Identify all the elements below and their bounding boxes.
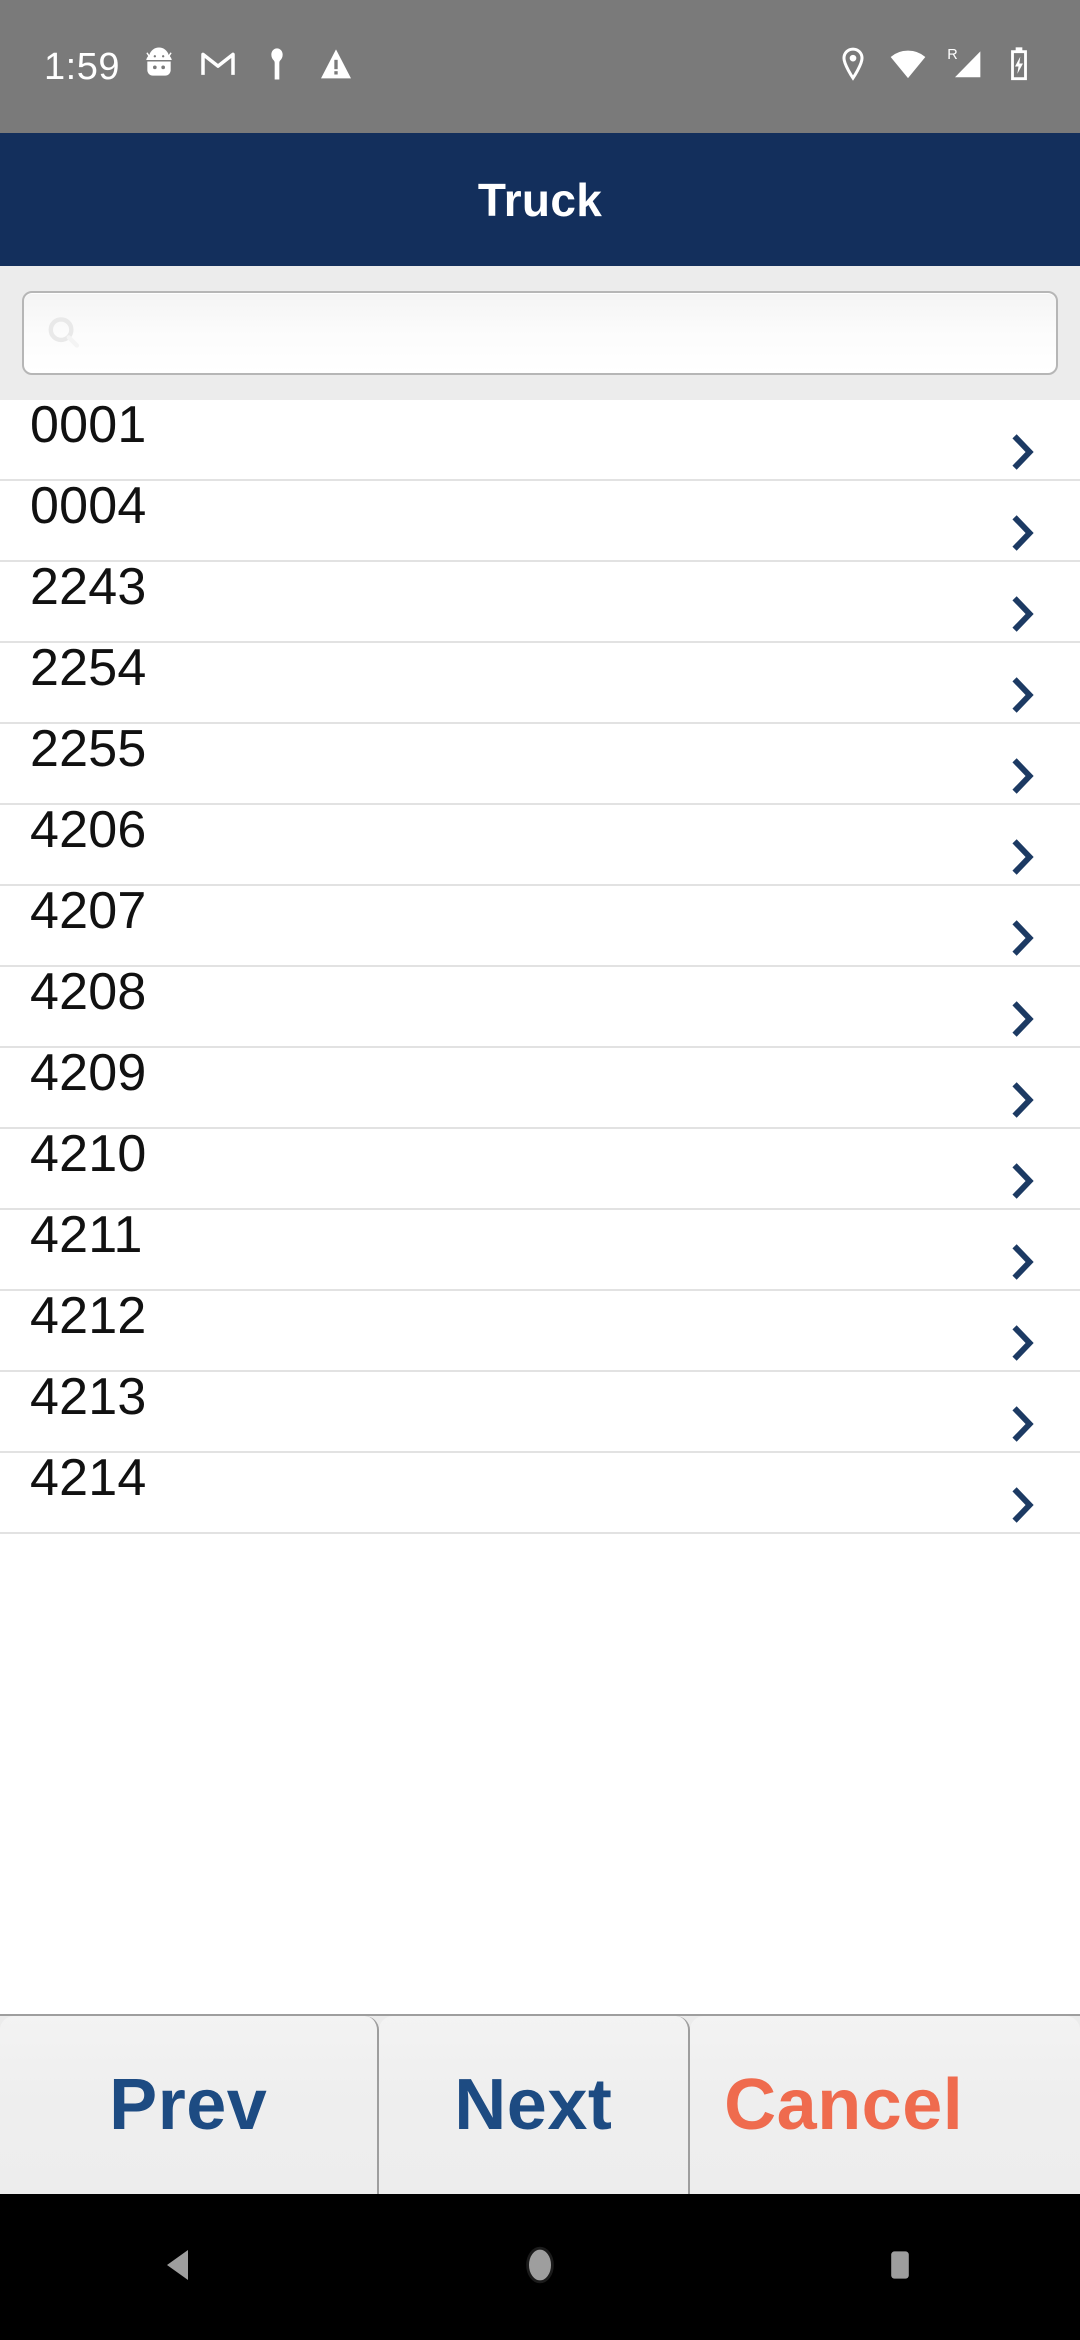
- chevron-right-icon: [1008, 835, 1038, 879]
- nav-home-button[interactable]: [460, 2194, 620, 2340]
- roaming-signal-icon: R: [944, 44, 986, 89]
- list-item[interactable]: 4206: [0, 801, 1080, 886]
- list-item[interactable]: 4212: [0, 1287, 1080, 1372]
- status-bar-left-group: 1:59: [44, 44, 356, 89]
- list-item-label: 4209: [30, 1044, 147, 1102]
- list-item[interactable]: 2255: [0, 720, 1080, 805]
- chevron-right-icon: [1008, 592, 1038, 636]
- chevron-right-icon: [1008, 430, 1038, 474]
- list-item-label: 0004: [30, 477, 147, 535]
- chevron-right-icon: [1008, 1078, 1038, 1122]
- list-item-label: 2243: [30, 558, 147, 616]
- list-item-label: 4213: [30, 1368, 147, 1426]
- chevron-right-icon: [1008, 916, 1038, 960]
- nav-back-button[interactable]: [100, 2194, 260, 2340]
- chevron-right-icon: [1008, 673, 1038, 717]
- phone-screen: 1:59 R Truck 0001 0004 2243 2254 2255 42…: [0, 0, 1080, 2340]
- battery-charging-icon: [1002, 44, 1036, 89]
- list-item-label: 4206: [30, 801, 147, 859]
- person-icon: [257, 44, 297, 89]
- warning-icon: [316, 44, 356, 89]
- chevron-right-icon: [1008, 511, 1038, 555]
- search-region: [0, 266, 1080, 400]
- list-item[interactable]: 4214: [0, 1449, 1080, 1534]
- page-title: Truck: [477, 173, 603, 226]
- chevron-right-icon: [1008, 1321, 1038, 1365]
- list-item-label: 4207: [30, 882, 147, 940]
- status-bar: 1:59 R: [0, 0, 1080, 133]
- prev-button[interactable]: Prev: [0, 2016, 379, 2194]
- list-item[interactable]: 4208: [0, 963, 1080, 1048]
- status-bar-right-group: R: [834, 44, 1036, 89]
- list-item-label: 4211: [30, 1206, 143, 1264]
- list-item-label: 4212: [30, 1287, 147, 1345]
- list-item[interactable]: 0004: [0, 477, 1080, 562]
- svg-text:R: R: [947, 47, 957, 63]
- next-button[interactable]: Next: [378, 2016, 691, 2194]
- search-input[interactable]: [86, 313, 1056, 353]
- list-item-label: 2254: [30, 639, 147, 697]
- list-item-label: 4214: [30, 1449, 147, 1507]
- list-item[interactable]: 4210: [0, 1125, 1080, 1210]
- wifi-icon: [888, 44, 928, 89]
- back-triangle-icon: [156, 2241, 204, 2294]
- chevron-right-icon: [1008, 1159, 1038, 1203]
- chevron-right-icon: [1008, 997, 1038, 1041]
- list-item[interactable]: 4207: [0, 882, 1080, 967]
- app-bar: Truck: [0, 133, 1080, 266]
- list-item[interactable]: 0001: [0, 400, 1080, 481]
- list-item[interactable]: 4213: [0, 1368, 1080, 1453]
- chevron-right-icon: [1008, 754, 1038, 798]
- location-pin-icon: [834, 45, 872, 88]
- home-circle-icon: [516, 2241, 564, 2294]
- recents-square-icon: [876, 2241, 924, 2294]
- gmail-icon: [198, 44, 238, 89]
- list-item[interactable]: 4209: [0, 1044, 1080, 1129]
- search-icon: [42, 311, 86, 355]
- android-nav-bar: [0, 2194, 1080, 2340]
- list-item-label: 2255: [30, 720, 147, 778]
- truck-list[interactable]: 0001 0004 2243 2254 2255 4206 4207 4208 4209 4210…: [0, 400, 1080, 2014]
- list-item[interactable]: 4211: [0, 1206, 1080, 1291]
- chevron-right-icon: [1008, 1402, 1038, 1446]
- chevron-right-icon: [1008, 1483, 1038, 1527]
- list-item-label: 0001: [30, 400, 147, 454]
- nav-recents-button[interactable]: [820, 2194, 980, 2340]
- list-item[interactable]: 2243: [0, 558, 1080, 643]
- list-item[interactable]: 2254: [0, 639, 1080, 724]
- button-bar: Prev Next Cancel: [0, 2014, 1080, 2194]
- status-bar-clock: 1:59: [44, 45, 120, 88]
- chevron-right-icon: [1008, 1240, 1038, 1284]
- list-item-label: 4210: [30, 1125, 147, 1183]
- cancel-button[interactable]: Cancel: [690, 2016, 1080, 2194]
- search-box[interactable]: [22, 291, 1058, 375]
- android-debug-icon: [139, 44, 179, 89]
- list-item-label: 4208: [30, 963, 147, 1021]
